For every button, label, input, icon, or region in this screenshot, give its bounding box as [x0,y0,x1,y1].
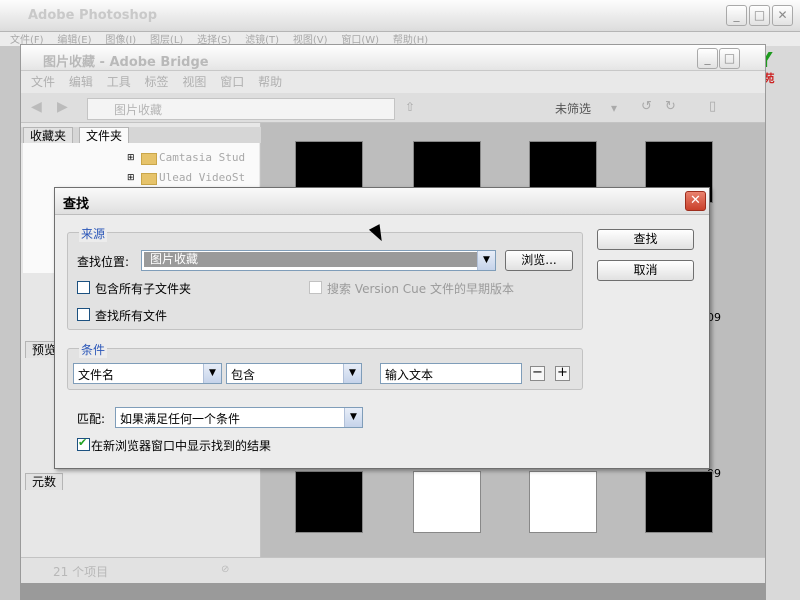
chevron-down-icon: ▼ [344,408,362,427]
bridge-menubar: 文件 编辑 工具 标签 视图 窗口 帮助 [21,71,765,93]
chevron-down-icon: ▼ [477,251,495,270]
bridge-menu-window[interactable]: 窗口 [220,71,244,93]
thumbnail[interactable] [645,471,713,533]
bridge-title: 图片收藏 - Adobe Bridge [43,55,209,70]
thumbnail[interactable] [529,471,597,533]
expand-icon[interactable]: ⊞ [127,153,135,163]
find-all-files-label: 查找所有文件 [95,309,168,323]
ps-palette-strip [766,46,800,600]
up-folder-icon[interactable]: ⇧ [405,100,415,114]
folder-icon [141,173,157,185]
ps-close-button[interactable]: ✕ [772,5,793,26]
include-subfolders-label: 包含所有子文件夹 [95,282,192,296]
include-subfolders-checkbox[interactable] [77,281,90,294]
remove-criteria-button[interactable]: − [530,366,545,381]
find-button[interactable]: 查找 [597,229,694,250]
version-cue-label: 搜索 Version Cue 文件的早期版本 [327,282,514,296]
show-results-checkbox[interactable] [77,436,90,451]
cancel-button[interactable]: 取消 [597,260,694,281]
filter-dropdown[interactable]: 未筛选 [555,100,591,117]
bridge-minimize-button[interactable]: _ [697,48,718,69]
tab-favorites[interactable]: 收藏夹 [23,127,74,144]
expand-icon[interactable]: ⊞ [127,173,135,183]
browse-button[interactable]: 浏览... [505,250,573,271]
bridge-menu-label[interactable]: 标签 [145,71,169,93]
back-arrow-icon[interactable]: ◀ [31,99,42,115]
location-label: 查找位置: [77,255,130,269]
rotate-left-icon[interactable]: ↺ [641,99,652,114]
bridge-menu-edit[interactable]: 编辑 [69,71,93,93]
trash-icon[interactable]: ▯ [709,99,716,114]
ps-maximize-button[interactable]: □ [749,5,770,26]
close-icon[interactable]: ✕ [685,191,706,211]
path-dropdown[interactable]: 图片收藏 [87,98,395,120]
bridge-menu-view[interactable]: 视图 [182,71,206,93]
cancel-icon[interactable]: ⊘ [221,564,229,575]
status-bar: 21 个项目 ⊘ [21,557,765,583]
tab-metadata[interactable]: 元数 [25,473,64,490]
bridge-toolbar: ◀ ▶ 图片收藏 ⇧ 未筛选 ▾ ↺ ↻ ▯ [21,93,765,123]
chevron-down-icon: ▼ [203,364,221,383]
bridge-menu-file[interactable]: 文件 [31,71,55,93]
filter-arrow-icon: ▾ [611,101,618,115]
thumbnail[interactable] [295,471,363,533]
photoshop-title: Adobe Photoshop [28,8,158,23]
dialog-titlebar: 查找 ✕ [55,188,709,215]
match-label: 匹配: [77,412,106,426]
panel-tabs: 收藏夹 文件夹 [21,127,261,144]
thumbnail[interactable] [413,471,481,533]
add-criteria-button[interactable]: + [555,366,570,381]
item-count: 21 个项目 [53,565,109,579]
criteria-operator-dropdown[interactable]: 包含 ▼ [226,363,362,384]
path-text: 图片收藏 [114,103,163,117]
forward-arrow-icon[interactable]: ▶ [57,99,68,115]
tab-folders[interactable]: 文件夹 [79,127,130,144]
dialog-title: 查找 [63,197,90,212]
criteria-field-dropdown[interactable]: 文件名 ▼ [73,363,222,384]
find-all-files-checkbox[interactable] [77,308,90,321]
bridge-menu-tools[interactable]: 工具 [107,71,131,93]
match-dropdown[interactable]: 如果满足任何一个条件 ▼ [115,407,363,428]
folder-icon [141,153,157,165]
show-results-label: 在新浏览器窗口中显示找到的结果 [91,439,272,453]
bridge-titlebar: 图片收藏 - Adobe Bridge _ □ [21,45,765,71]
photoshop-titlebar: Adobe Photoshop _ □ ✕ [0,0,800,32]
criteria-group-title: 条件 [79,341,108,358]
criteria-text-input[interactable]: 输入文本 [380,363,522,384]
bridge-menu-help[interactable]: 帮助 [258,71,282,93]
tree-item-camtasia[interactable]: Camtasia Stud [159,151,245,164]
rotate-right-icon[interactable]: ↻ [665,99,676,114]
tree-item-ulead[interactable]: Ulead VideoSt [159,171,245,184]
chevron-down-icon: ▼ [343,364,361,383]
ps-minimize-button[interactable]: _ [726,5,747,26]
bridge-maximize-button[interactable]: □ [719,48,740,69]
source-group-title: 来源 [79,225,108,242]
version-cue-checkbox [309,281,322,294]
ps-toolbox-strip [0,46,20,600]
location-dropdown[interactable]: 图片收藏 ▼ [141,250,496,271]
